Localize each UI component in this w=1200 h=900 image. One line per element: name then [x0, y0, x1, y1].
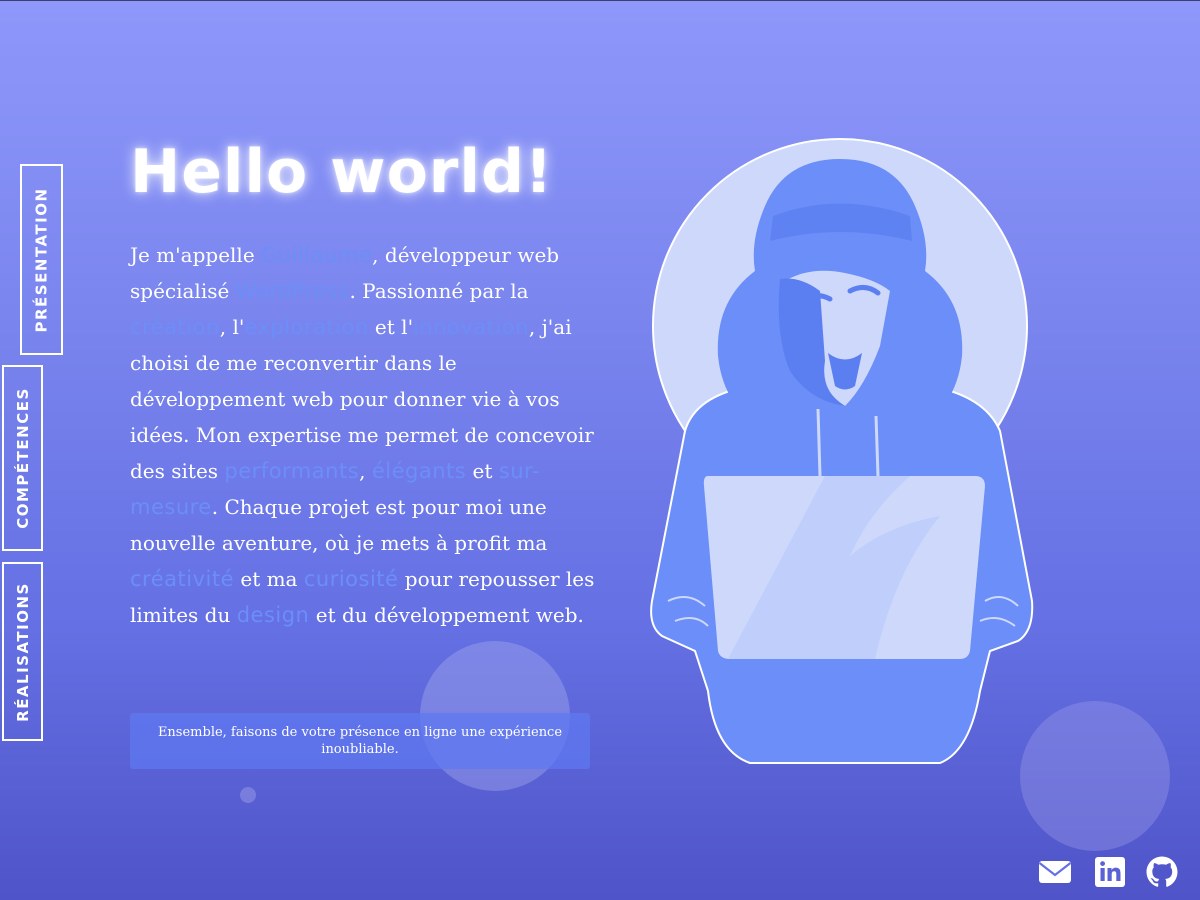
- paragraph-text: et: [466, 459, 499, 483]
- nav-tab-label: RÉALISATIONS: [13, 581, 32, 722]
- highlighted-keyword: exploration: [244, 315, 369, 339]
- highlighted-keyword: design: [236, 603, 310, 627]
- highlighted-keyword: WordPress: [235, 279, 350, 303]
- nav-tab-presentation[interactable]: PRÉSENTATION: [20, 164, 63, 355]
- nav-tab-competences[interactable]: COMPÉTENCES: [2, 365, 43, 551]
- paragraph-text: , j'ai choisi de me reconvertir dans le …: [130, 315, 594, 483]
- callout-text: Ensemble, faisons de votre présence en l…: [157, 725, 563, 757]
- paragraph-text: et du développement web.: [309, 603, 584, 627]
- decorative-bubble: [1020, 701, 1170, 851]
- highlighted-keyword: performants: [224, 459, 360, 483]
- linkedin-icon[interactable]: [1093, 855, 1127, 889]
- highlighted-keyword: Guillaume: [261, 243, 373, 267]
- intro-paragraph: Je m'appelle Guillaume, développeur web …: [130, 237, 595, 633]
- hooded-developer-illustration: [650, 138, 1034, 764]
- highlighted-keyword: création: [130, 315, 220, 339]
- paragraph-text: Je m'appelle: [130, 243, 262, 267]
- paragraph-text: ,: [359, 459, 372, 483]
- highlighted-keyword: curiosité: [303, 567, 399, 591]
- page-title: Hello world!: [130, 137, 554, 207]
- nav-tab-realisations[interactable]: RÉALISATIONS: [2, 562, 43, 741]
- highlighted-keyword: innovation: [413, 315, 529, 339]
- mail-icon[interactable]: [1038, 855, 1072, 889]
- paragraph-text: et l': [368, 315, 414, 339]
- github-icon[interactable]: [1145, 855, 1179, 889]
- paragraph-text: et ma: [234, 567, 304, 591]
- paragraph-text: . Passionné par la: [349, 279, 529, 303]
- decorative-bubble: [240, 787, 256, 803]
- highlighted-keyword: élégants: [371, 459, 467, 483]
- callout-box: Ensemble, faisons de votre présence en l…: [130, 713, 590, 769]
- nav-tab-label: PRÉSENTATION: [32, 186, 51, 333]
- paragraph-text: , l': [219, 315, 245, 339]
- highlighted-keyword: créativité: [130, 567, 234, 591]
- nav-tab-label: COMPÉTENCES: [13, 387, 32, 529]
